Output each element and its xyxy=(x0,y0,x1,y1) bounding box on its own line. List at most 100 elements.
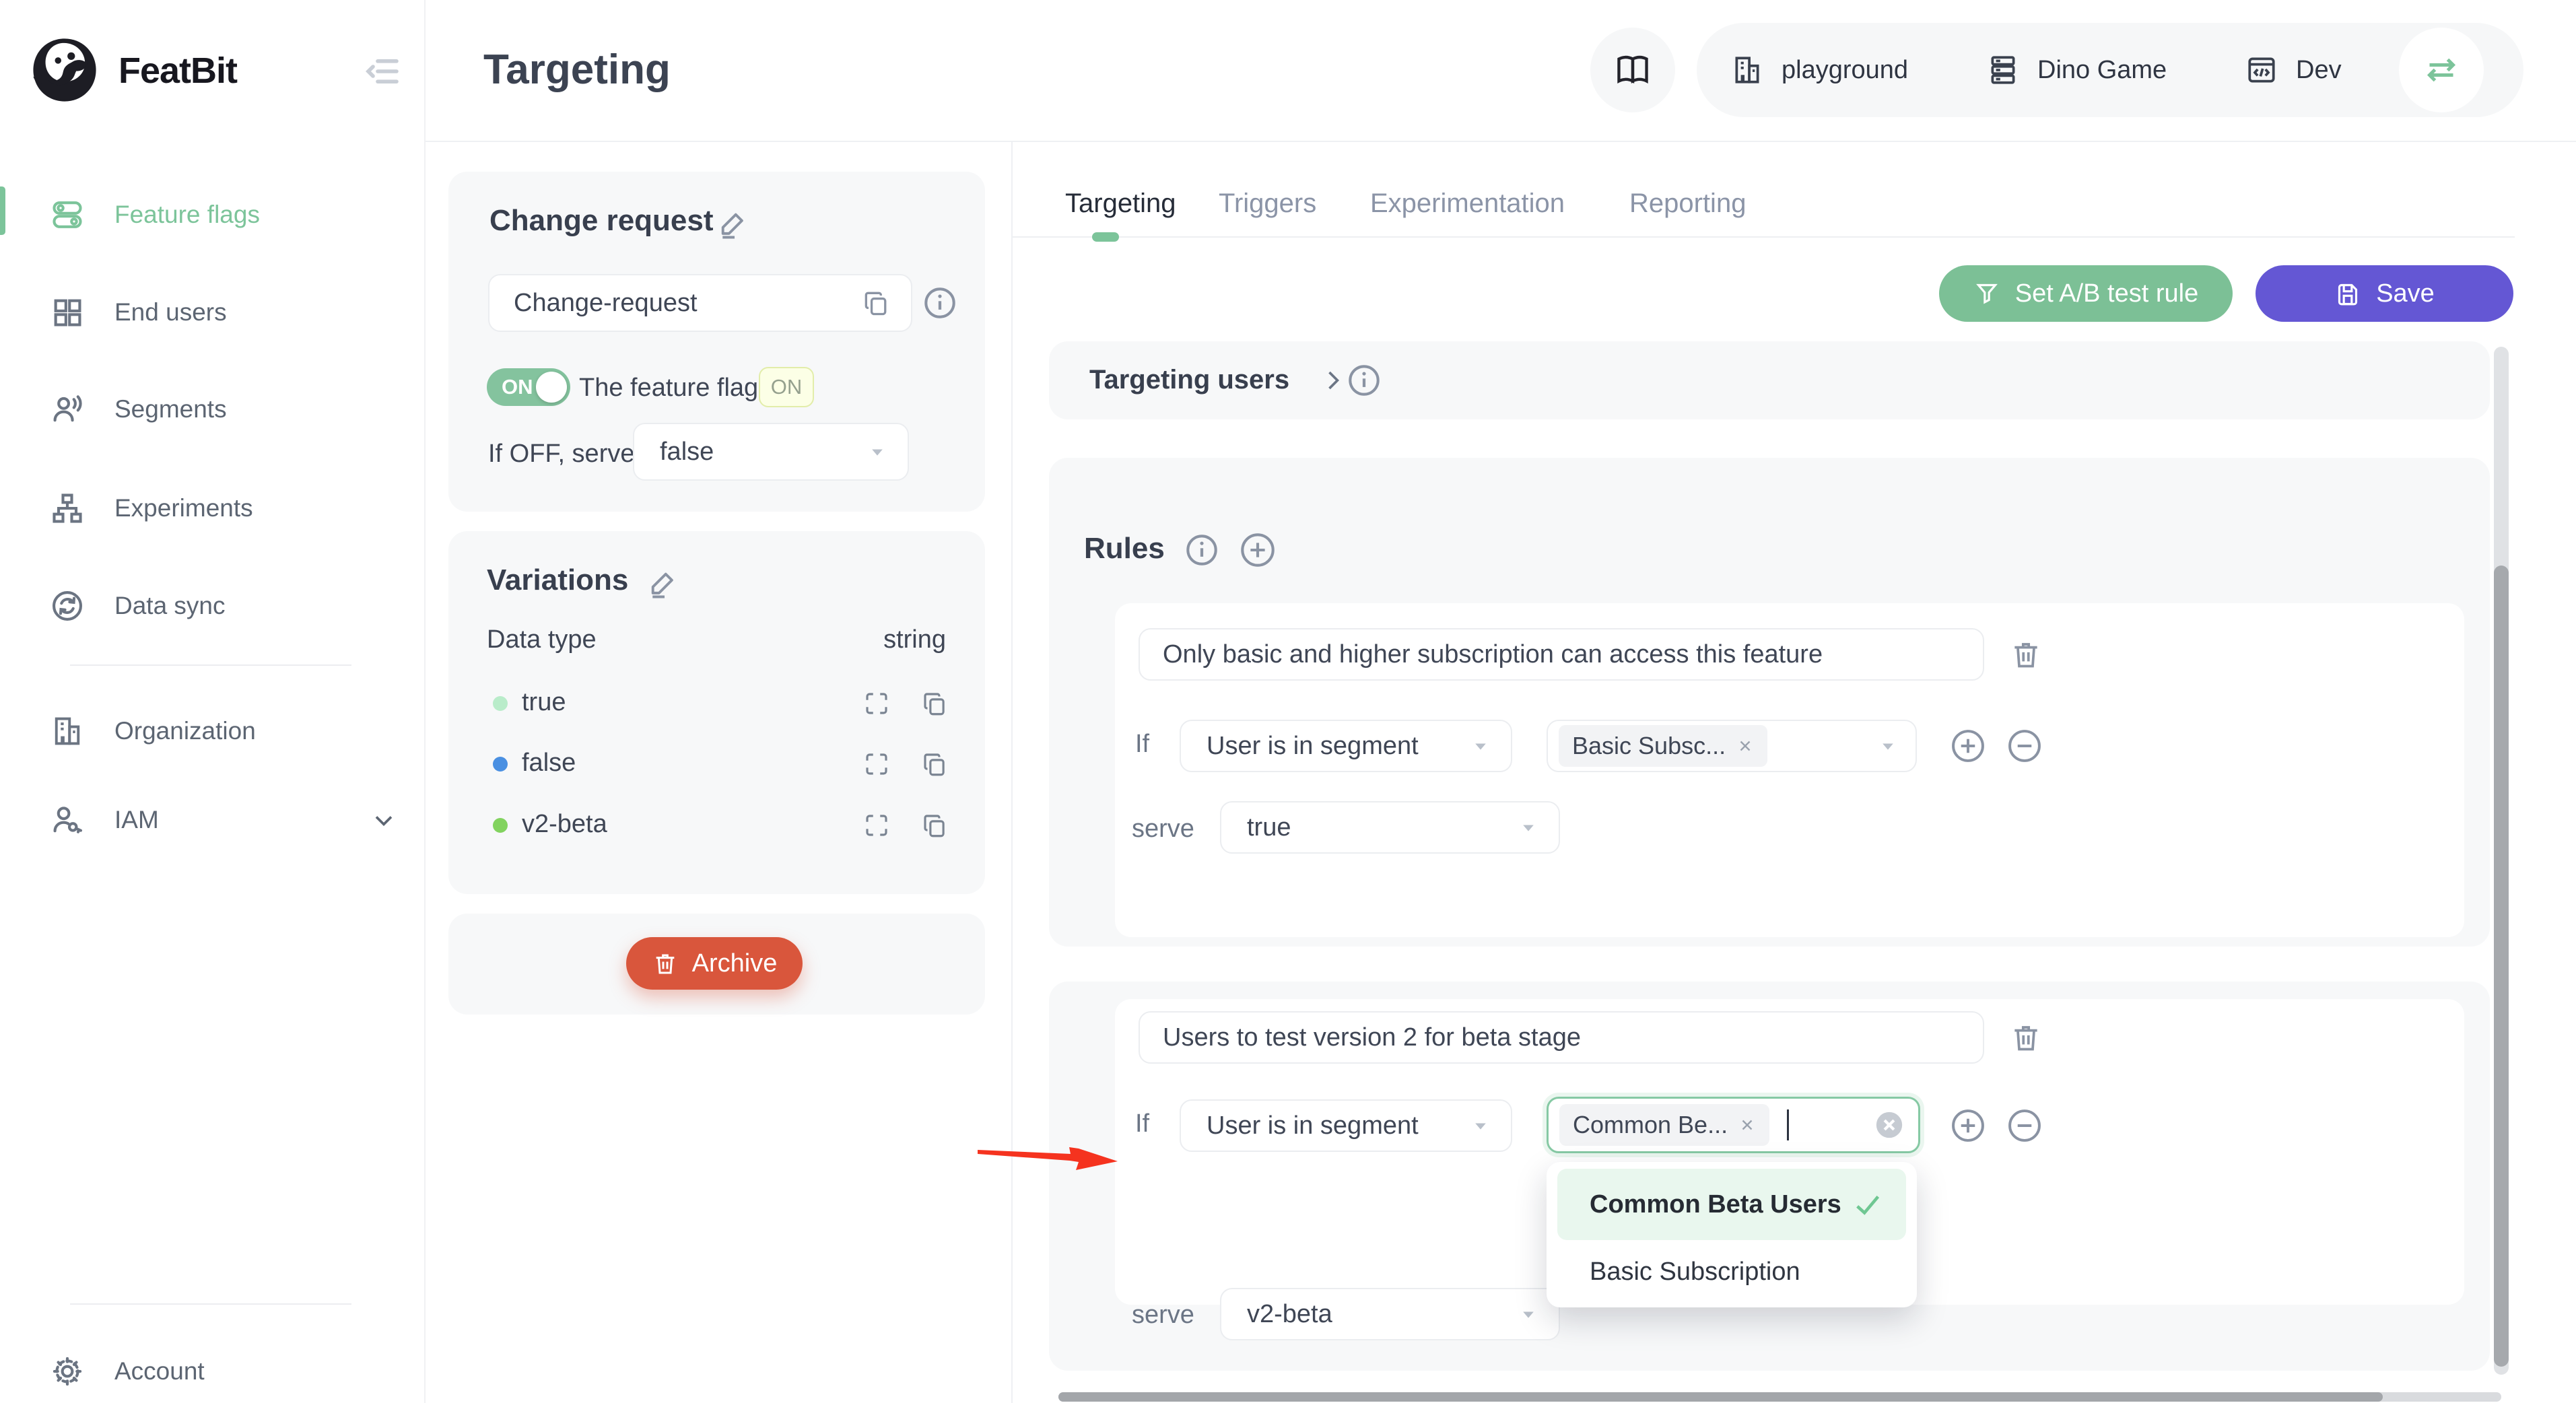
add-condition-button[interactable] xyxy=(1949,1107,1987,1144)
flag-key-info-icon[interactable] xyxy=(922,285,958,321)
chevron-down-icon xyxy=(1876,734,1899,757)
sidebar-item-label: Data sync xyxy=(114,592,226,620)
dropdown-option-selected[interactable]: Common Beta Users xyxy=(1557,1169,1906,1240)
documentation-button[interactable] xyxy=(1590,28,1675,112)
targeting-users-card[interactable]: Targeting users xyxy=(1049,341,2490,419)
delete-rule-icon[interactable] xyxy=(2009,638,2043,671)
horizontal-scrollbar-thumb[interactable] xyxy=(1058,1392,2383,1402)
sidebar-item-iam[interactable]: IAM xyxy=(0,790,426,850)
flag-key-input[interactable]: Change-request xyxy=(488,274,912,332)
copy-icon[interactable] xyxy=(920,689,949,718)
remove-tag-icon[interactable] xyxy=(1738,1116,1756,1134)
serve-value: v2-beta xyxy=(1247,1300,1332,1329)
chevron-right-icon[interactable] xyxy=(1318,366,1348,395)
variations-title: Variations xyxy=(487,563,628,597)
funnel-icon xyxy=(1973,280,2000,307)
targeting-users-info-icon[interactable] xyxy=(1346,362,1382,399)
serve-select[interactable]: true xyxy=(1220,801,1560,854)
if-off-serve-label: If OFF, serve xyxy=(488,440,634,469)
sidebar-item-organization[interactable]: Organization xyxy=(0,702,426,761)
serve-select[interactable]: v2-beta xyxy=(1220,1288,1560,1340)
option-label: Common Beta Users xyxy=(1590,1190,1841,1219)
sidebar-item-label: Organization xyxy=(114,717,256,745)
swap-arrows-icon xyxy=(2421,50,2462,90)
sidebar-item-feature-flags[interactable]: Feature flags xyxy=(0,185,426,244)
delete-rule-icon[interactable] xyxy=(2009,1021,2043,1054)
sidebar-item-end-users[interactable]: End users xyxy=(0,283,426,342)
tab-triggers[interactable]: Triggers xyxy=(1219,189,1316,219)
rule-description-value: Users to test version 2 for beta stage xyxy=(1163,1023,1581,1052)
chevron-down-icon xyxy=(1469,734,1492,757)
sidebar-item-data-sync[interactable]: Data sync xyxy=(0,576,426,636)
copy-icon[interactable] xyxy=(920,811,949,840)
featbit-logo-icon xyxy=(30,35,100,105)
expand-icon[interactable] xyxy=(862,811,891,840)
feature-flag-toggle[interactable]: ON xyxy=(487,368,570,406)
rules-title: Rules xyxy=(1084,532,1165,566)
expand-icon[interactable] xyxy=(862,750,891,778)
iam-chevron-down-icon[interactable] xyxy=(369,805,399,835)
data-sync-icon xyxy=(50,588,85,623)
horizontal-scrollbar[interactable] xyxy=(1058,1392,2501,1402)
product-selector[interactable]: Dino Game xyxy=(1986,23,2167,117)
chevron-down-icon xyxy=(1469,1114,1492,1137)
chevron-down-icon xyxy=(866,440,889,463)
segment-multiselect-focused[interactable]: Common Be... xyxy=(1547,1097,1920,1153)
flag-status-text: The feature flag is xyxy=(579,374,784,403)
clear-selection-icon[interactable] xyxy=(1874,1109,1905,1140)
off-serve-select[interactable]: false xyxy=(633,423,909,481)
end-users-icon xyxy=(50,295,85,330)
sidebar-collapse-icon[interactable] xyxy=(364,53,401,90)
remove-condition-button[interactable] xyxy=(2006,1107,2043,1144)
book-icon xyxy=(1613,50,1652,90)
tab-reporting[interactable]: Reporting xyxy=(1629,189,1746,219)
off-serve-value: false xyxy=(660,438,714,467)
code-window-icon xyxy=(2245,53,2278,87)
tab-targeting[interactable]: Targeting xyxy=(1065,189,1176,219)
tab-divider xyxy=(1013,236,2515,238)
project-selector[interactable]: playground xyxy=(1730,23,1908,117)
condition-select[interactable]: User is in segment xyxy=(1180,720,1512,772)
variation-value: false xyxy=(522,749,576,778)
rules-info-icon[interactable] xyxy=(1184,532,1220,568)
add-rule-button[interactable] xyxy=(1238,531,1276,568)
serve-value: true xyxy=(1247,813,1291,842)
remove-condition-button[interactable] xyxy=(2006,727,2043,765)
add-condition-button[interactable] xyxy=(1949,727,1987,765)
expand-icon[interactable] xyxy=(862,689,891,718)
environment-selector[interactable]: Dev xyxy=(2245,23,2342,117)
copy-icon[interactable] xyxy=(861,288,891,318)
copy-icon[interactable] xyxy=(920,750,949,778)
segment-multiselect[interactable]: Basic Subsc... xyxy=(1547,720,1917,772)
archive-button[interactable]: Archive xyxy=(626,937,803,990)
targeting-users-title: Targeting users xyxy=(1089,365,1289,395)
switch-environment-button[interactable] xyxy=(2399,28,2484,112)
vertical-scrollbar-thumb[interactable] xyxy=(2494,566,2509,1367)
rule-description-input[interactable]: Only basic and higher subscription can a… xyxy=(1139,628,1984,681)
flag-status-badge: ON xyxy=(759,367,814,407)
vertical-scrollbar[interactable] xyxy=(2494,347,2509,1375)
change-request-card: Change request Change-request ON The fea… xyxy=(448,172,985,512)
edit-flag-name-icon[interactable] xyxy=(715,207,750,242)
sidebar-item-segments[interactable]: Segments xyxy=(0,380,426,439)
archive-button-label: Archive xyxy=(692,949,778,978)
data-type-value: string xyxy=(448,625,946,654)
sidebar-item-experiments[interactable]: Experiments xyxy=(0,479,426,538)
set-ab-test-rule-button[interactable]: Set A/B test rule xyxy=(1939,265,2233,322)
toggle-knob xyxy=(536,372,567,403)
chevron-down-icon xyxy=(1517,1303,1540,1326)
edit-variations-icon[interactable] xyxy=(645,566,680,601)
dropdown-option[interactable]: Basic Subscription xyxy=(1557,1243,1906,1301)
sidebar-item-account[interactable]: Account xyxy=(0,1342,426,1401)
serve-label: serve xyxy=(1132,815,1194,844)
product-name: Dino Game xyxy=(2037,56,2167,85)
if-label: If xyxy=(1135,1109,1149,1138)
variations-card: Variations Data type string true false v… xyxy=(448,531,985,894)
sidebar-divider xyxy=(70,1303,351,1305)
chevron-down-icon xyxy=(1517,816,1540,839)
tab-experimentation[interactable]: Experimentation xyxy=(1370,189,1565,219)
remove-tag-icon[interactable] xyxy=(1736,737,1754,755)
rule-description-input[interactable]: Users to test version 2 for beta stage xyxy=(1139,1011,1984,1064)
condition-select[interactable]: User is in segment xyxy=(1180,1099,1512,1152)
save-button[interactable]: Save xyxy=(2256,265,2513,322)
